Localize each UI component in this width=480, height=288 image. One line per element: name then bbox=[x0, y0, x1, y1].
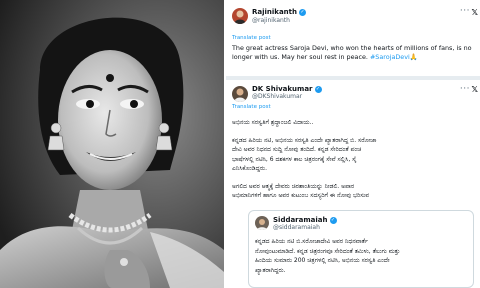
user-handle[interactable]: @DKShivakumar bbox=[252, 93, 302, 100]
avatar[interactable] bbox=[232, 8, 248, 24]
tweet-rajinikanth[interactable]: Rajinikanth ✓ @rajinikanth ··· 𝕏 Translat… bbox=[226, 0, 480, 76]
verified-icon: ✓ bbox=[314, 86, 322, 93]
user-name-text: Siddaramaiah bbox=[273, 216, 328, 224]
tweet-text: ಕನ್ನಡದ ಹಿರಿಯ ನಟಿ ಬಿ.ಸರೋಜಾದೇವಿ ಅವರ ನಿಧನವಾ… bbox=[255, 237, 471, 275]
tweet-text: ಅಭಿನಯ ಸರಸ್ವತಿಗೆ ಶ್ರದ್ಧಾಂಜಲಿ ವಿದಾಯ.. ಕನ್ನ… bbox=[232, 118, 478, 201]
user-name-text: DK Shivakumar bbox=[252, 85, 313, 93]
tweet-line: ಅಗಲಿದ ಅವರ ಆತ್ಮಕ್ಕೆ ದೇವರು ಚಿರಶಾಂತಿಯನ್ನು ನ… bbox=[232, 182, 355, 190]
x-logo-icon: 𝕏 bbox=[471, 85, 478, 94]
user-name[interactable]: Rajinikanth ✓ bbox=[252, 8, 306, 16]
avatar[interactable] bbox=[255, 216, 269, 230]
folded-hands-icon: 🙏 bbox=[409, 52, 418, 61]
tweet-line: ಎನಿಸಿಕೊಂಡಿದ್ದರು. bbox=[232, 165, 267, 172]
more-options-icon[interactable]: ··· bbox=[460, 6, 470, 16]
user-name[interactable]: Siddaramaiah ✓ bbox=[273, 216, 337, 224]
tweet-line: ಅಭಿನಯ ಸರಸ್ವತಿಗೆ ಶ್ರದ್ಧಾಂಜಲಿ ವಿದಾಯ.. bbox=[232, 119, 314, 126]
actress-photo-illustration bbox=[0, 0, 224, 288]
user-handle[interactable]: @rajinikanth bbox=[252, 17, 290, 24]
tweet-text: The great actress Saroja Devi, who won t… bbox=[232, 44, 476, 61]
actress-photo bbox=[0, 0, 224, 288]
tweet-line: ನೋವುಂಟುಮಾಡಿದೆ. ಕನ್ನಡ ಚಿತ್ರರಂಗವೂ ಸೇರಿದಂತೆ… bbox=[255, 247, 401, 255]
user-name-text: Rajinikanth bbox=[252, 8, 297, 16]
quoted-tweet-siddaramaiah[interactable]: Siddaramaiah ✓ @siddaramaiah ಕನ್ನಡದ ಹಿರಿಯ… bbox=[248, 210, 474, 288]
tweet-text-main: The great actress Saroja Devi, who won t… bbox=[232, 44, 472, 61]
verified-icon: ✓ bbox=[329, 217, 337, 224]
more-options-icon[interactable]: ··· bbox=[460, 84, 470, 94]
tweet-line: ಕನ್ನಡದ ಹಿರಿಯ ನಟಿ, ಅಭಿನಯ ಸರಸ್ವತಿ ಎಂದೇ ಖ್ಯ… bbox=[232, 136, 377, 144]
x-logo-icon: 𝕏 bbox=[471, 8, 478, 17]
tweet-dk-shivakumar[interactable]: DK Shivakumar ✓ @DKShivakumar ··· 𝕏 Trans… bbox=[226, 80, 480, 288]
tweet-line: ಖ್ಯಾತರಾಗಿದ್ದರು. bbox=[255, 266, 286, 274]
hashtag-link[interactable]: #SarojaDevi bbox=[370, 53, 410, 61]
user-handle[interactable]: @siddaramaiah bbox=[273, 224, 320, 231]
tweet-line: ದೇವಿ ಅವರ ನಿಧನದ ಸುದ್ದಿ ನೋವು ತಂದಿದೆ. ಕನ್ನಡ… bbox=[232, 146, 362, 153]
tweets-panel: Rajinikanth ✓ @rajinikanth ··· 𝕏 Translat… bbox=[226, 0, 480, 288]
user-name[interactable]: DK Shivakumar ✓ bbox=[252, 85, 322, 93]
tweet-line: ಅಭಿಮಾನಿಗಳಿಗೆ ಹಾಗೂ ಅವರ ಕುಟುಂಬ ಸದಸ್ಯರಿಗೆ ಈ… bbox=[232, 192, 370, 199]
translate-post-link[interactable]: Translate post bbox=[232, 35, 271, 41]
tweet-line: ಭಾಷೆಗಳಲ್ಲಿ ನಟಿಸಿ, 6 ದಶಕಗಳ ಕಾಲ ಚಿತ್ರರಂಗಕ್… bbox=[232, 155, 357, 163]
verified-icon: ✓ bbox=[299, 9, 306, 16]
avatar[interactable] bbox=[232, 86, 248, 102]
tweet-line: ಕನ್ನಡದ ಹಿರಿಯ ನಟಿ ಬಿ.ಸರೋಜಾದೇವಿ ಅವರ ನಿಧನವಾ… bbox=[255, 238, 369, 245]
tweet-line: ಹಿಂದಿಯ ಸುಮಾರು 200 ಚಿತ್ರಗಳಲ್ಲಿ ನಟಿಸಿ, ಅಭಿ… bbox=[255, 257, 390, 264]
translate-post-link[interactable]: Translate post bbox=[232, 104, 271, 110]
